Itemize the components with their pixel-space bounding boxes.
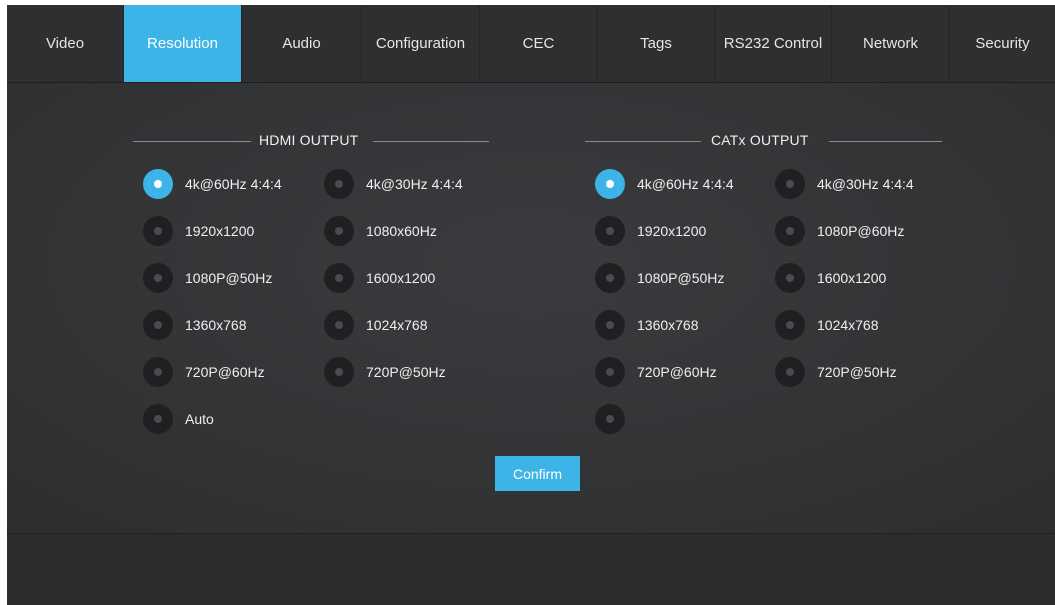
catx-option-4k30[interactable]: 4k@30Hz 4:4:4 — [775, 169, 914, 199]
option-label: 1360x768 — [637, 317, 699, 333]
option-label: 1920x1200 — [637, 223, 707, 239]
option-label: 1024x768 — [366, 317, 428, 333]
hdmi-output-title: HDMI OUTPUT — [259, 132, 359, 148]
radio-icon[interactable] — [595, 310, 625, 340]
option-label: 4k@30Hz 4:4:4 — [366, 176, 463, 192]
option-label: 720P@60Hz — [185, 364, 265, 380]
catx-option-1024x768[interactable]: 1024x768 — [775, 310, 879, 340]
tab-tags[interactable]: Tags — [598, 5, 715, 82]
catx-output-group: CATx OUTPUT 4k@60Hz 4:4:4 4k@30Hz 4:4:4 … — [585, 83, 945, 463]
radio-icon[interactable] — [143, 263, 173, 293]
hdmi-option-1600x1200[interactable]: 1600x1200 — [324, 263, 435, 293]
hdmi-option-720p60[interactable]: 720P@60Hz — [143, 357, 265, 387]
hdmi-option-720p50[interactable]: 720P@50Hz — [324, 357, 446, 387]
hdmi-output-group: HDMI OUTPUT 4k@60Hz 4:4:4 4k@30Hz 4:4:4 … — [133, 83, 493, 463]
tab-resolution[interactable]: Resolution — [124, 5, 242, 82]
catx-output-header: CATx OUTPUT — [585, 131, 942, 151]
radio-icon[interactable] — [775, 216, 805, 246]
catx-output-title: CATx OUTPUT — [711, 132, 809, 148]
radio-icon[interactable] — [143, 404, 173, 434]
catx-option-4k60[interactable]: 4k@60Hz 4:4:4 — [595, 169, 734, 199]
hdmi-output-header: HDMI OUTPUT — [133, 131, 489, 151]
radio-icon[interactable] — [143, 357, 173, 387]
option-label: 1920x1200 — [185, 223, 255, 239]
tab-network[interactable]: Network — [832, 5, 950, 82]
hdmi-option-4k60[interactable]: 4k@60Hz 4:4:4 — [143, 169, 282, 199]
radio-icon[interactable] — [324, 357, 354, 387]
catx-option-1920x1200[interactable]: 1920x1200 — [595, 216, 706, 246]
hdmi-option-1024x768[interactable]: 1024x768 — [324, 310, 428, 340]
radio-icon[interactable] — [324, 310, 354, 340]
option-label: 1080P@50Hz — [637, 270, 725, 286]
tab-audio[interactable]: Audio — [242, 5, 362, 82]
option-label: 720P@50Hz — [366, 364, 446, 380]
option-label: 4k@60Hz 4:4:4 — [637, 176, 734, 192]
option-label: 1080x60Hz — [366, 223, 437, 239]
tab-video[interactable]: Video — [7, 5, 124, 82]
catx-option-1080p50[interactable]: 1080P@50Hz — [595, 263, 724, 293]
hdmi-option-1080p50[interactable]: 1080P@50Hz — [143, 263, 272, 293]
radio-selected-icon[interactable] — [595, 169, 625, 199]
radio-icon[interactable] — [775, 357, 805, 387]
catx-option-720p60[interactable]: 720P@60Hz — [595, 357, 717, 387]
catx-option-unlabeled[interactable] — [595, 404, 625, 434]
resolution-panel: HDMI OUTPUT 4k@60Hz 4:4:4 4k@30Hz 4:4:4 … — [7, 83, 1055, 534]
tab-security[interactable]: Security — [950, 5, 1055, 82]
tab-cec[interactable]: CEC — [480, 5, 598, 82]
catx-option-1600x1200[interactable]: 1600x1200 — [775, 263, 886, 293]
hdmi-option-1360x768[interactable]: 1360x768 — [143, 310, 247, 340]
radio-selected-icon[interactable] — [143, 169, 173, 199]
tab-configuration[interactable]: Configuration — [362, 5, 480, 82]
radio-icon[interactable] — [595, 404, 625, 434]
divider — [585, 141, 701, 142]
confirm-button[interactable]: Confirm — [495, 456, 580, 491]
option-label: 1080P@60Hz — [817, 223, 905, 239]
option-label: Auto — [185, 411, 214, 427]
option-label: 1024x768 — [817, 317, 879, 333]
radio-icon[interactable] — [775, 263, 805, 293]
option-label: 1080P@50Hz — [185, 270, 273, 286]
radio-icon[interactable] — [324, 216, 354, 246]
option-label: 4k@60Hz 4:4:4 — [185, 176, 282, 192]
radio-icon[interactable] — [595, 263, 625, 293]
hdmi-option-1920x1200[interactable]: 1920x1200 — [143, 216, 254, 246]
option-label: 1600x1200 — [366, 270, 436, 286]
option-label: 1360x768 — [185, 317, 247, 333]
radio-icon[interactable] — [595, 357, 625, 387]
hdmi-option-4k30[interactable]: 4k@30Hz 4:4:4 — [324, 169, 463, 199]
divider — [373, 141, 489, 142]
footer-bar — [7, 534, 1055, 605]
hdmi-option-1080x60[interactable]: 1080x60Hz — [324, 216, 437, 246]
divider — [829, 141, 942, 142]
radio-icon[interactable] — [324, 169, 354, 199]
option-label: 720P@50Hz — [817, 364, 897, 380]
radio-icon[interactable] — [775, 169, 805, 199]
radio-icon[interactable] — [143, 310, 173, 340]
option-label: 720P@60Hz — [637, 364, 717, 380]
option-label: 4k@30Hz 4:4:4 — [817, 176, 914, 192]
divider — [133, 141, 251, 142]
tab-rs232-control[interactable]: RS232 Control — [715, 5, 832, 82]
hdmi-option-auto[interactable]: Auto — [143, 404, 214, 434]
catx-option-720p50[interactable]: 720P@50Hz — [775, 357, 897, 387]
app-window: Video Resolution Audio Configuration CEC… — [7, 5, 1055, 605]
radio-icon[interactable] — [143, 216, 173, 246]
option-label: 1600x1200 — [817, 270, 887, 286]
radio-icon[interactable] — [324, 263, 354, 293]
tab-bar: Video Resolution Audio Configuration CEC… — [7, 5, 1055, 83]
catx-option-1360x768[interactable]: 1360x768 — [595, 310, 699, 340]
radio-icon[interactable] — [595, 216, 625, 246]
catx-option-1080p60[interactable]: 1080P@60Hz — [775, 216, 904, 246]
radio-icon[interactable] — [775, 310, 805, 340]
